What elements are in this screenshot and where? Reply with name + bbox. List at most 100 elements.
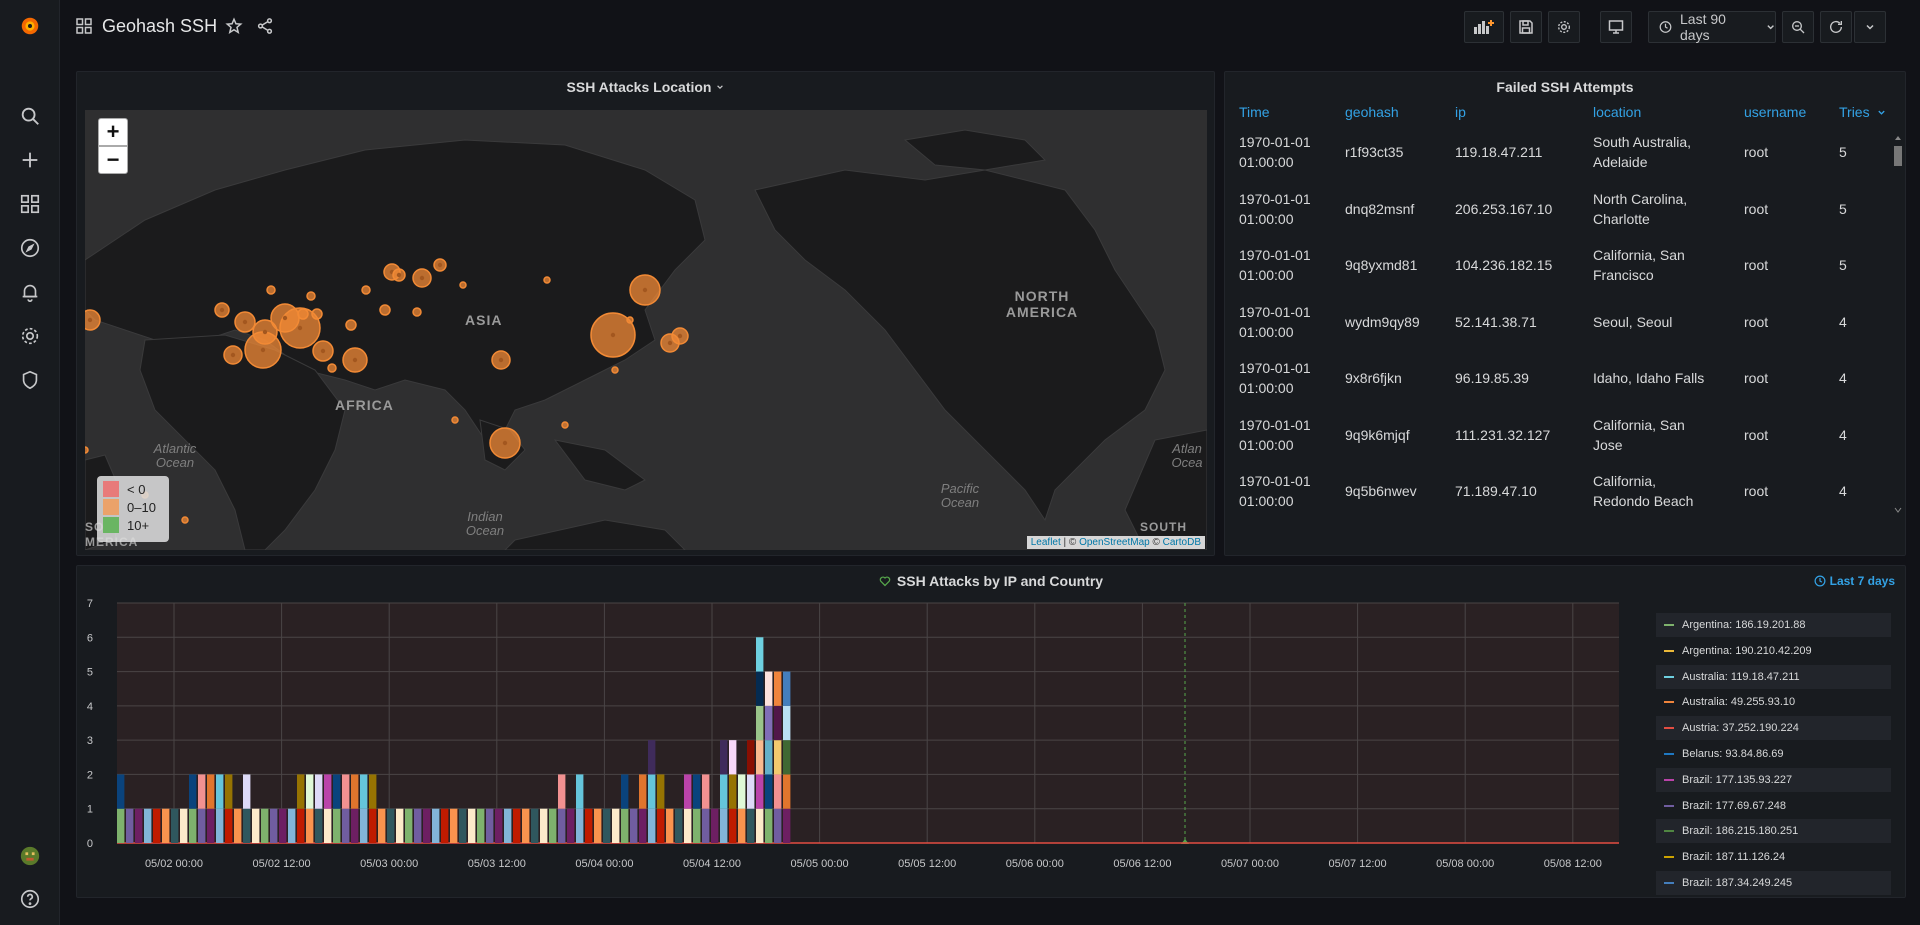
- table-scrollbar[interactable]: [1893, 134, 1903, 514]
- bar-segment[interactable]: [765, 705, 773, 741]
- bar-segment[interactable]: [198, 774, 206, 809]
- bar-segment[interactable]: [333, 774, 341, 809]
- column-header-tries[interactable]: Tries: [1825, 100, 1897, 124]
- bar-segment[interactable]: [603, 808, 611, 843]
- bar-segment[interactable]: [774, 705, 782, 741]
- attack-marker[interactable]: [543, 276, 551, 284]
- bar-segment[interactable]: [738, 774, 746, 809]
- bar-segment[interactable]: [216, 808, 224, 843]
- bar-segment[interactable]: [261, 808, 269, 843]
- add-panel-button[interactable]: [1464, 11, 1504, 43]
- bar-segment[interactable]: [774, 774, 782, 809]
- bar-segment[interactable]: [684, 808, 692, 843]
- bar-segment[interactable]: [576, 808, 584, 843]
- bar-segment[interactable]: [144, 808, 152, 843]
- bar-segment[interactable]: [774, 671, 782, 706]
- bar-segment[interactable]: [666, 808, 674, 843]
- bar-segment[interactable]: [783, 740, 791, 775]
- bar-segment[interactable]: [405, 808, 413, 843]
- bar-segment[interactable]: [648, 740, 656, 775]
- bar-segment[interactable]: [351, 774, 359, 809]
- bar-segment[interactable]: [243, 774, 251, 809]
- attack-marker[interactable]: [306, 291, 316, 301]
- bar-segment[interactable]: [414, 808, 422, 843]
- table-row[interactable]: 1970-01-01 01:00:00 9q8yxmd81 104.236.182.1…: [1225, 237, 1897, 294]
- bar-segment[interactable]: [693, 808, 701, 843]
- bar-segment[interactable]: [756, 774, 764, 809]
- bar-segment[interactable]: [639, 808, 647, 843]
- column-header-username[interactable]: username: [1730, 100, 1825, 124]
- attack-marker[interactable]: [345, 319, 357, 331]
- bar-segment[interactable]: [315, 808, 323, 843]
- bar-segment[interactable]: [639, 774, 647, 809]
- map-panel-header[interactable]: SSH Attacks Location: [77, 72, 1214, 102]
- bar-segment[interactable]: [738, 808, 746, 843]
- bar-segment[interactable]: [126, 808, 134, 843]
- time-picker-button[interactable]: Last 90 days: [1648, 11, 1776, 43]
- bar-segment[interactable]: [342, 808, 350, 843]
- column-header-time[interactable]: Time: [1225, 100, 1331, 124]
- bar-segment[interactable]: [558, 774, 566, 809]
- dashboard-title[interactable]: Geohash SSH: [102, 16, 217, 37]
- bar-segment[interactable]: [720, 774, 728, 809]
- bar-segment[interactable]: [684, 774, 692, 809]
- bar-segment[interactable]: [351, 808, 359, 843]
- legend-series-item[interactable]: Belarus: 93.84.86.69: [1656, 742, 1891, 766]
- osm-link[interactable]: OpenStreetMap: [1079, 537, 1150, 548]
- bar-segment[interactable]: [783, 705, 791, 741]
- bar-segment[interactable]: [495, 808, 503, 843]
- legend-series-item[interactable]: Brazil: 177.135.93.227: [1656, 767, 1891, 792]
- bar-segment[interactable]: [765, 808, 773, 843]
- column-header-location[interactable]: location: [1579, 100, 1730, 124]
- bar-segment[interactable]: [369, 774, 377, 809]
- attacks-bar-chart[interactable]: 0 1 2 3 4 5 6 7 05/02 00:00 05/02 12:00 05/03 00:0…: [77, 596, 1677, 896]
- bar-segment[interactable]: [657, 774, 665, 809]
- bar-segment[interactable]: [450, 808, 458, 843]
- save-dashboard-button[interactable]: [1510, 11, 1542, 43]
- bar-segment[interactable]: [702, 774, 710, 809]
- attack-marker[interactable]: [379, 304, 391, 316]
- bar-segment[interactable]: [747, 808, 755, 843]
- attack-marker[interactable]: [85, 446, 89, 454]
- bar-segment[interactable]: [306, 808, 314, 843]
- server-admin-shield-icon[interactable]: [14, 364, 46, 396]
- bar-segment[interactable]: [216, 774, 224, 809]
- bar-segment[interactable]: [729, 740, 737, 775]
- attack-marker[interactable]: [361, 285, 371, 295]
- bar-segment[interactable]: [648, 808, 656, 843]
- column-header-ip[interactable]: ip: [1441, 100, 1579, 124]
- table-row[interactable]: 1970-01-01 01:00:00 r1f93ct35 119.18.47.211…: [1225, 124, 1897, 181]
- dashboards-icon[interactable]: [14, 188, 46, 220]
- bar-segment[interactable]: [594, 808, 602, 843]
- bar-segment[interactable]: [774, 808, 782, 843]
- bar-segment[interactable]: [225, 774, 233, 809]
- bar-segment[interactable]: [306, 774, 314, 809]
- bar-segment[interactable]: [657, 808, 665, 843]
- bar-segment[interactable]: [423, 808, 431, 843]
- attack-marker[interactable]: [297, 308, 309, 320]
- bar-segment[interactable]: [378, 808, 386, 843]
- zoom-out-time-button[interactable]: [1782, 11, 1814, 43]
- bar-segment[interactable]: [234, 808, 242, 843]
- bar-segment[interactable]: [648, 774, 656, 809]
- bar-segment[interactable]: [774, 740, 782, 775]
- attack-marker[interactable]: [311, 308, 323, 320]
- table-row[interactable]: 1970-01-01 01:00:00 9q9k6mjqf 111.231.32.12…: [1225, 407, 1897, 464]
- bar-segment[interactable]: [621, 808, 629, 843]
- bar-segment[interactable]: [747, 740, 755, 775]
- bar-segment[interactable]: [549, 808, 557, 843]
- attack-marker[interactable]: [327, 363, 337, 373]
- bar-segment[interactable]: [765, 671, 773, 706]
- bar-segment[interactable]: [567, 808, 575, 843]
- bar-segment[interactable]: [396, 808, 404, 843]
- bar-segment[interactable]: [522, 808, 530, 843]
- bar-segment[interactable]: [360, 808, 368, 843]
- table-row[interactable]: 1970-01-01 01:00:00 9x8r6fjkn 96.19.85.39 Id…: [1225, 350, 1897, 407]
- legend-series-item[interactable]: Brazil: 187.34.249.245: [1656, 871, 1891, 895]
- bar-segment[interactable]: [279, 808, 287, 843]
- explore-icon[interactable]: [14, 232, 46, 264]
- cycle-view-mode-button[interactable]: [1600, 11, 1632, 43]
- bar-segment[interactable]: [720, 808, 728, 843]
- attack-marker[interactable]: [181, 516, 189, 524]
- refresh-button[interactable]: [1820, 11, 1852, 43]
